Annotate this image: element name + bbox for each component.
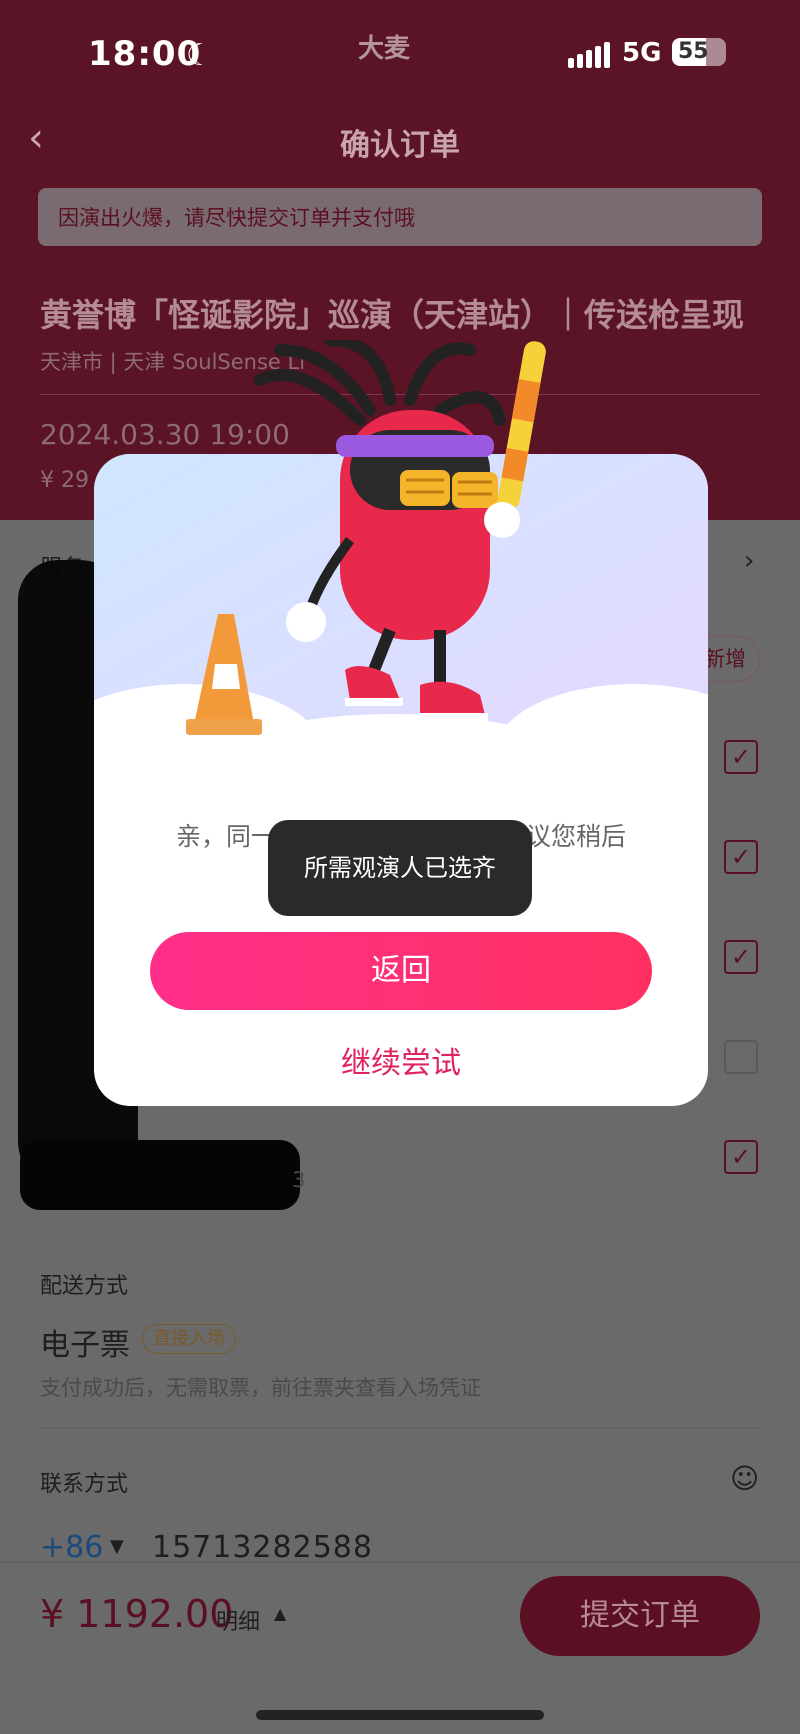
divider bbox=[40, 1428, 760, 1429]
moon-icon: ☾ bbox=[186, 38, 213, 73]
signal-icon bbox=[568, 42, 610, 68]
caret-down-icon[interactable]: ▼ bbox=[110, 1536, 124, 1557]
caret-up-icon[interactable]: ▲ bbox=[274, 1604, 286, 1623]
home-indicator bbox=[256, 1710, 544, 1720]
status-bar: 18:00 ☾ 大麦 5G 55 bbox=[0, 28, 800, 88]
event-price: ¥ 29 bbox=[40, 468, 89, 493]
attendee-checkbox[interactable]: ✓ bbox=[724, 840, 758, 874]
total-price: ¥ 1192.00 bbox=[40, 1592, 234, 1636]
submit-order-button[interactable]: 提交订单 bbox=[520, 1576, 760, 1656]
phone-field[interactable]: 15713282588 bbox=[152, 1530, 373, 1565]
attendee-id-tail: 3 bbox=[292, 1168, 306, 1192]
retry-button[interactable]: 继续尝试 bbox=[94, 1038, 708, 1082]
battery-icon: 55 bbox=[672, 38, 726, 66]
network-type: 5G bbox=[622, 38, 662, 68]
attendee-checkbox[interactable]: ✓ bbox=[724, 1140, 758, 1174]
page-title: 确认订单 bbox=[340, 128, 460, 163]
status-time: 18:00 bbox=[88, 34, 202, 74]
delivery-type: 电子票 bbox=[40, 1328, 130, 1363]
glow-stick-icon bbox=[497, 341, 546, 510]
return-button[interactable]: 返回 bbox=[150, 932, 652, 1010]
notice-banner: 因演出火爆，请尽快提交订单并支付哦 bbox=[38, 188, 762, 246]
chevron-right-icon[interactable]: › bbox=[744, 546, 754, 576]
mascot-illustration bbox=[254, 340, 546, 721]
delivery-description: 支付成功后，无需取票，前往票夹查看入场凭证 bbox=[40, 1376, 481, 1400]
attendee-checkbox[interactable]: ✓ bbox=[724, 740, 758, 774]
entry-badge: 直接入场 bbox=[142, 1324, 236, 1354]
event-title: 黄誉博「怪诞影院」巡演（天津站）｜传送枪呈现 bbox=[40, 296, 745, 334]
toast-message: 所需观演人已选齐 bbox=[268, 820, 532, 916]
redaction-mark bbox=[20, 1140, 300, 1210]
attendee-checkbox[interactable]: ✓ bbox=[724, 940, 758, 974]
detail-toggle[interactable]: 明细 bbox=[216, 1604, 260, 1636]
contact-edit-icon[interactable]: ☺ bbox=[730, 1462, 759, 1495]
country-code-select[interactable]: +86 bbox=[40, 1530, 103, 1565]
battery-level: 55 bbox=[678, 39, 709, 64]
nav-bar: ‹ 确认订单 bbox=[0, 110, 800, 170]
delivery-label: 配送方式 bbox=[40, 1274, 129, 1299]
attendee-checkbox[interactable] bbox=[724, 1040, 758, 1074]
contact-label: 联系方式 bbox=[40, 1472, 129, 1497]
brand-logo: 大麦 bbox=[358, 34, 411, 64]
